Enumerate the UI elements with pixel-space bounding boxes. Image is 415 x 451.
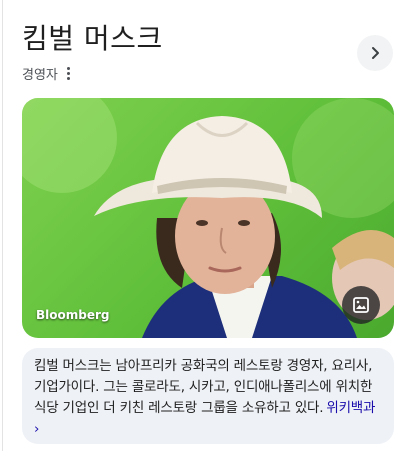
view-images-button[interactable] (342, 286, 380, 324)
entity-subtitle: 경영자 (22, 67, 58, 83)
description-text: 킴벌 머스크는 남아프리카 공화국의 레스토랑 경영자, 요리사, 기업가이다.… (34, 356, 380, 440)
portrait-photo (22, 98, 394, 338)
left-divider (2, 0, 3, 451)
description-card: 킴벌 머스크는 남아프리카 공화국의 레스토랑 경영자, 요리사, 기업가이다.… (22, 348, 394, 444)
subtitle-row: 경영자 (22, 62, 73, 84)
entity-title: 킴벌 머스크 (22, 22, 163, 55)
more-vert-icon[interactable] (64, 65, 73, 82)
chevron-right-icon (372, 47, 379, 59)
image-credit: Bloomberg (36, 308, 110, 322)
hero-image[interactable]: Bloomberg (22, 98, 394, 338)
image-icon (353, 297, 369, 313)
next-button[interactable] (357, 35, 393, 71)
description-body: 킴벌 머스크는 남아프리카 공화국의 레스토랑 경영자, 요리사, 기업가이다.… (34, 358, 373, 416)
